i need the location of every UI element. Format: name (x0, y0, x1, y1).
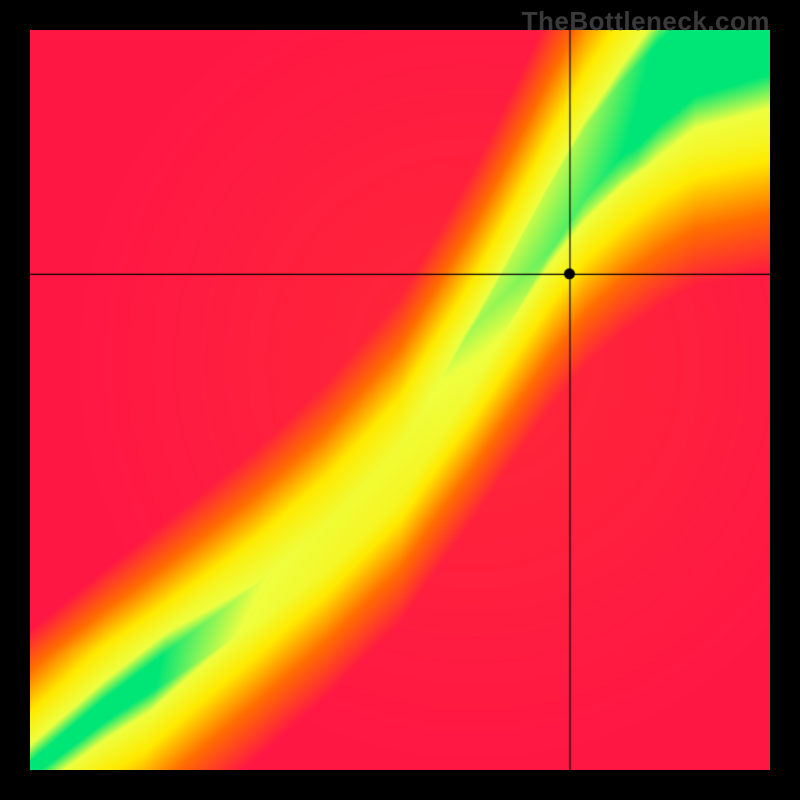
bottleneck-heatmap (30, 30, 770, 770)
chart-frame: TheBottleneck.com (0, 0, 800, 800)
watermark-text: TheBottleneck.com (522, 6, 770, 37)
